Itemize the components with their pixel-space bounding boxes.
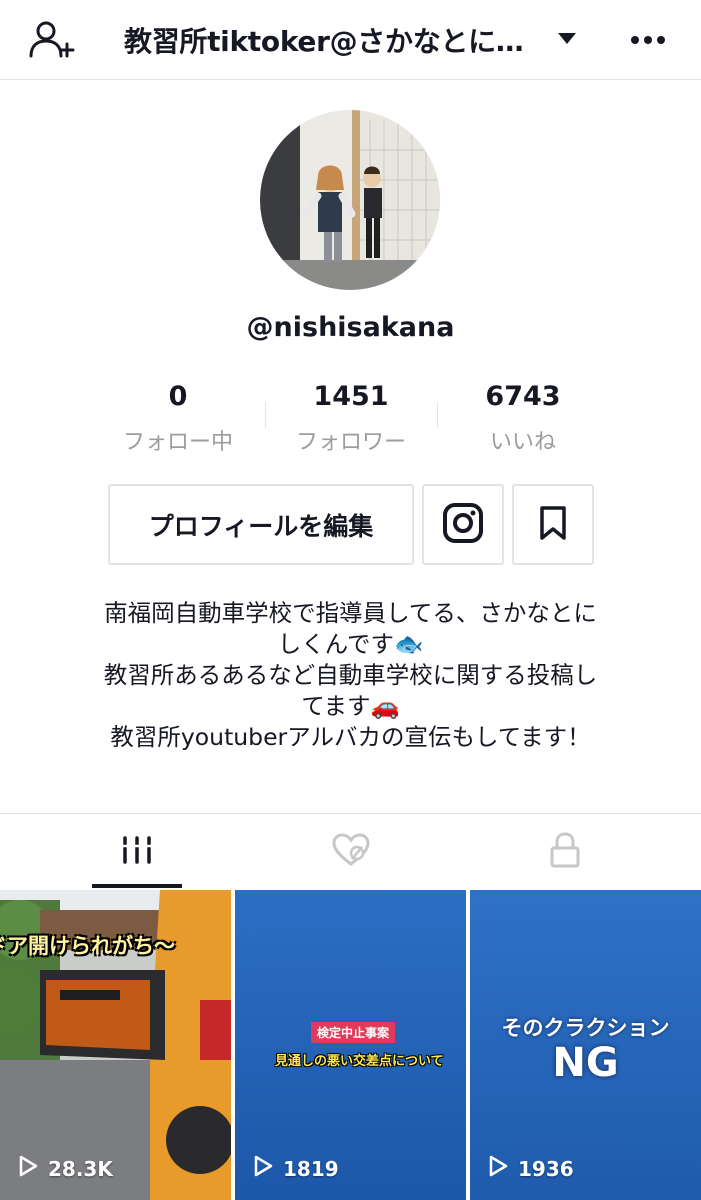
play-icon	[253, 1155, 273, 1182]
play-icon	[18, 1155, 38, 1182]
video-thumbnail[interactable]: そのクラクション NG 1936	[470, 890, 701, 1200]
view-count: 1936	[488, 1155, 574, 1182]
bookmark-icon	[539, 505, 567, 545]
tab-private[interactable]	[448, 814, 681, 890]
bio-line: しくんです🐟	[277, 630, 424, 658]
lock-icon	[549, 832, 581, 872]
content-tabs	[0, 813, 701, 889]
page-title[interactable]: 教習所tiktoker@さかなとに…	[124, 20, 524, 60]
bio-line: 南福岡自動車学校で指導員してる、さかなとに	[104, 599, 597, 627]
video-caption: 検定中止事案	[311, 1022, 396, 1043]
view-count-text: 1819	[283, 1156, 339, 1181]
active-tab-indicator	[92, 884, 182, 888]
video-thumbnail[interactable]: 検定中止事案 見通しの悪い交差点について 1819	[235, 890, 466, 1200]
more-icon[interactable]	[626, 22, 670, 58]
video-caption: NG	[552, 1040, 619, 1086]
chevron-down-icon[interactable]	[556, 30, 578, 50]
followers-stat[interactable]: 1451 フォロワー	[265, 378, 437, 456]
view-count-text: 28.3K	[48, 1156, 113, 1181]
add-user-icon[interactable]	[28, 18, 76, 62]
video-caption: ドア開けられがち〜	[0, 934, 175, 958]
grid-icon	[119, 834, 155, 870]
bio-line: てます🚗	[301, 692, 400, 720]
likes-stat[interactable]: 6743 いいね	[437, 378, 609, 456]
video-caption: そのクラクション	[501, 1016, 670, 1040]
followers-count: 1451	[313, 381, 389, 412]
view-count: 28.3K	[18, 1155, 113, 1182]
bio-line: 教習所youtuberアルバカの宣伝もしてます！	[110, 723, 591, 751]
view-count: 1819	[253, 1155, 339, 1182]
instagram-button[interactable]	[422, 484, 504, 565]
following-label: フォロー中	[122, 430, 233, 455]
video-caption: 見通しの悪い交差点について	[275, 1054, 444, 1069]
followers-label: フォロワー	[295, 430, 406, 455]
bio-line: 教習所あるあるなど自動車学校に関する投稿し	[103, 661, 598, 689]
following-stat[interactable]: 0 フォロー中	[92, 378, 264, 456]
avatar[interactable]	[260, 110, 440, 290]
following-count: 0	[168, 381, 188, 412]
play-icon	[488, 1155, 508, 1182]
likes-count: 6743	[485, 381, 561, 412]
edit-profile-button[interactable]: プロフィールを編集	[108, 484, 414, 565]
video-thumbnail[interactable]: ドア開けられがち〜 28.3K	[0, 890, 231, 1200]
bookmark-button[interactable]	[512, 484, 594, 565]
top-bar: 教習所tiktoker@さかなとに…	[0, 0, 701, 80]
tab-videos[interactable]	[20, 814, 253, 890]
username-handle: @nishisakana	[246, 312, 455, 343]
tab-liked[interactable]	[234, 814, 467, 890]
instagram-icon	[442, 502, 484, 548]
view-count-text: 1936	[518, 1156, 574, 1181]
likes-label: いいね	[489, 430, 556, 455]
liked-hidden-icon	[331, 833, 371, 871]
profile-bio: 南福岡自動車学校で指導員してる、さかなとに しくんです🐟 教習所あるあるなど自動…	[0, 598, 701, 753]
